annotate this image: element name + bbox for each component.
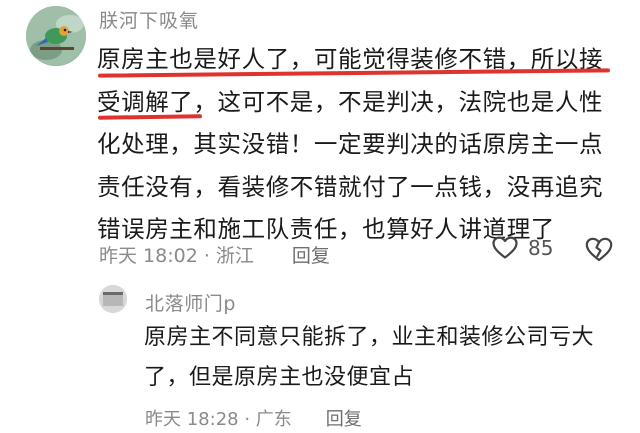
reply-meta: 昨天 18:28 · 广东 回复 — [145, 405, 362, 431]
comment-username[interactable]: 朕河下吸氧 — [99, 6, 199, 33]
like-count: 85 — [528, 236, 554, 260]
reply-avatar[interactable] — [99, 285, 127, 313]
reply-username[interactable]: 北落师门p — [145, 289, 236, 316]
comment-time-location: 昨天 18:02 · 浙江 — [99, 245, 254, 267]
reply-reply-button[interactable]: 回复 — [326, 405, 362, 431]
avatar[interactable] — [26, 6, 86, 66]
like-button[interactable]: 85 — [492, 236, 553, 260]
reply-avatar-image — [99, 285, 127, 313]
reply-button[interactable]: 回复 — [292, 241, 330, 268]
bird-avatar-image — [26, 6, 86, 66]
comment-meta: 昨天 18:02 · 浙江 回复 — [99, 241, 330, 268]
heart-outline-icon — [492, 236, 518, 259]
dislike-button[interactable] — [585, 237, 613, 267]
reply-time-location: 昨天 18:28 · 广东 — [145, 409, 292, 430]
reply-text: 原房主不同意只能拆了，业主和装修公司亏大了，但是原房主也没便宜占 — [144, 325, 595, 390]
broken-heart-icon — [585, 237, 613, 262]
